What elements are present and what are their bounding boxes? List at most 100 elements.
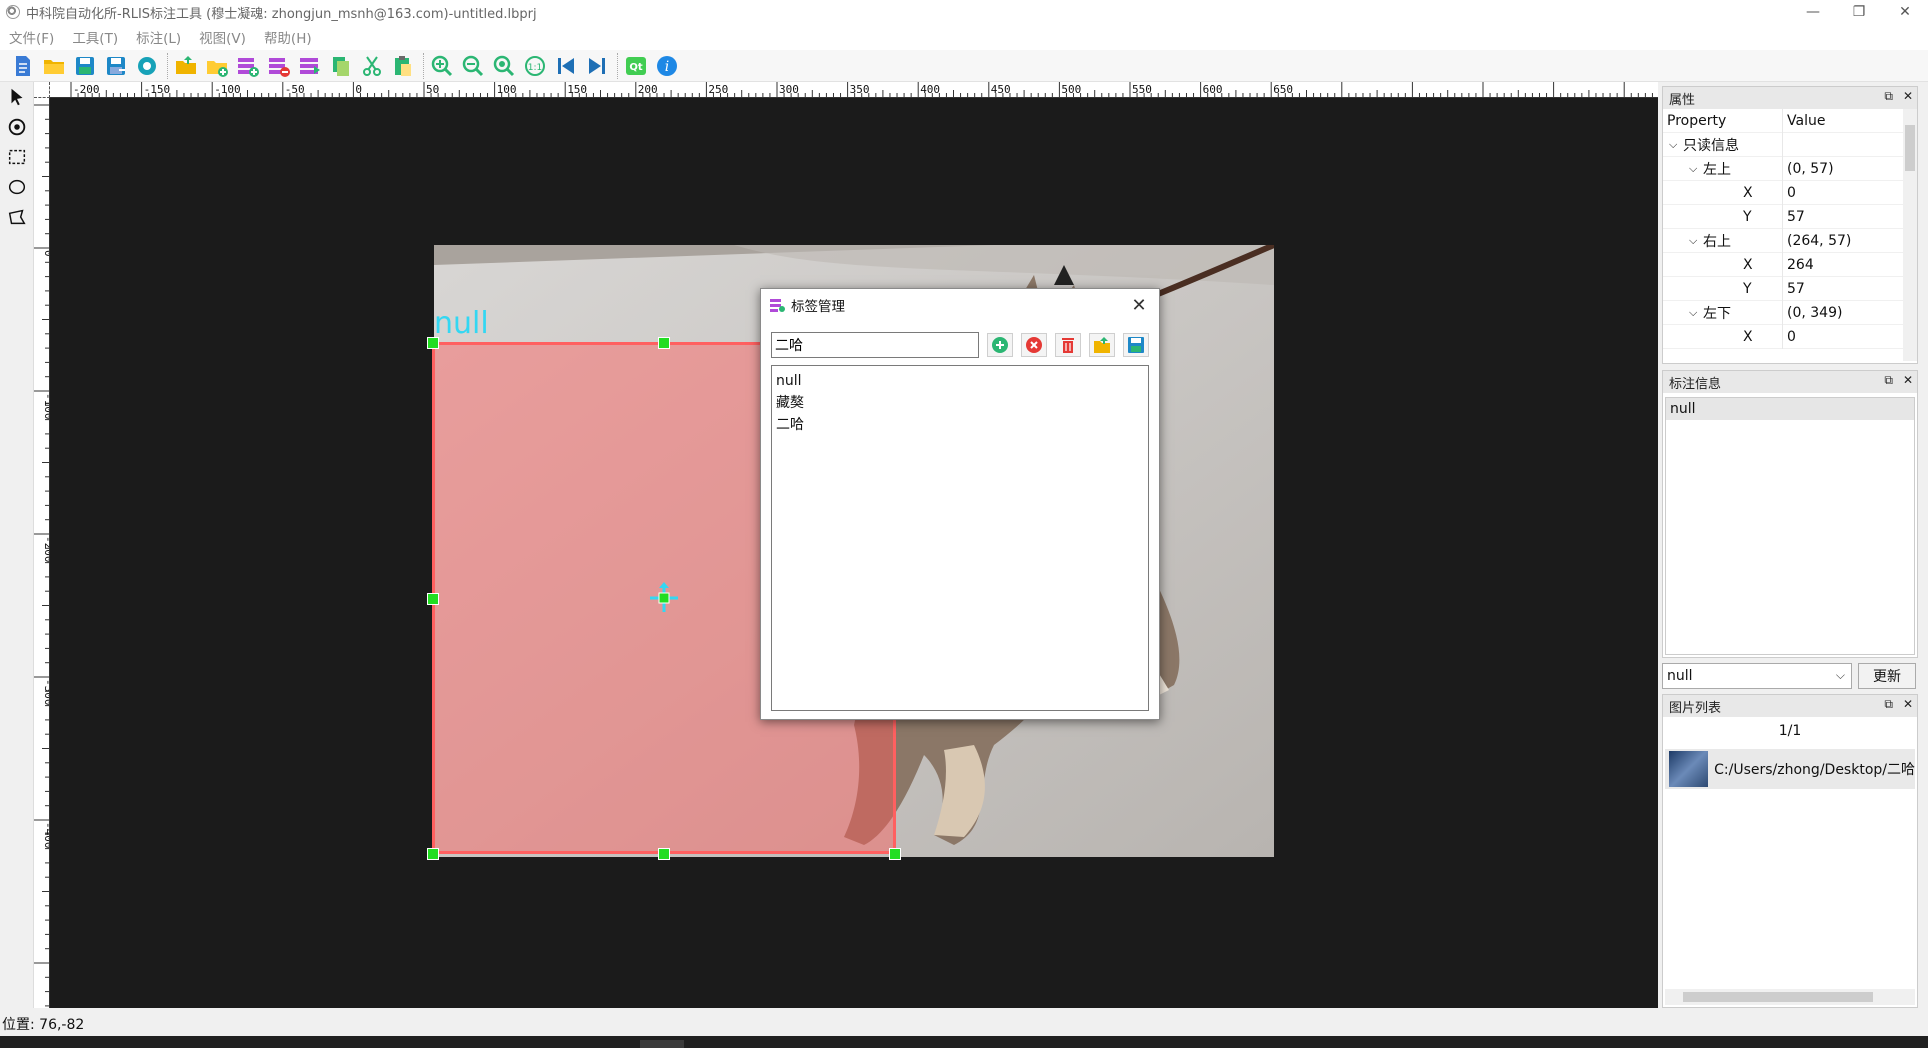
close-icon[interactable]: ✕ [1903,89,1913,104]
ruler-tick-label: -100 [214,83,241,96]
update-button[interactable]: 更新 [1858,663,1916,689]
properties-scrollbar[interactable] [1903,109,1917,361]
property-value[interactable]: 57 [1783,209,1903,225]
label-name-input[interactable] [771,332,979,358]
remove-label-button[interactable] [1021,333,1047,357]
dialog-close-icon[interactable]: ✕ [1127,293,1151,317]
next-image-icon[interactable] [584,53,610,79]
ruler-tick-label: -400 [42,822,50,849]
annotation-list[interactable]: null [1665,397,1915,655]
property-row[interactable]: Y 57 [1663,204,1903,229]
delete-all-button[interactable] [1055,333,1081,357]
property-name-cell: X [1663,324,1783,349]
resize-handle-top-left[interactable] [427,337,439,349]
property-value[interactable]: 264 [1783,257,1903,273]
resize-handle-left[interactable] [427,593,439,605]
resize-handle-bottom-right[interactable] [889,848,901,860]
property-row[interactable]: ⌵ 右上 (264, 57) [1663,228,1903,253]
save-labels-button[interactable] [1123,333,1149,357]
settings-icon[interactable] [134,53,160,79]
property-row[interactable]: ⌵ 左下 (0, 349) [1663,300,1903,325]
window-title: 中科院自动化所-RLIS标注工具 (穆士凝魂: zhongjun_msnh@16… [26,6,537,22]
expand-chevron-icon[interactable]: ⌵ [1689,306,1703,320]
label-list-item[interactable]: 藏獒 [776,392,1144,414]
property-value[interactable]: (264, 57) [1783,233,1903,249]
close-icon[interactable]: ✕ [1903,697,1913,712]
property-name-cell: ⌵ 只读信息 [1663,132,1783,157]
save-as-icon[interactable] [103,53,129,79]
resize-handle-top[interactable] [658,337,670,349]
ruler-tick-label: 400 [920,83,940,96]
add-label-icon[interactable] [235,53,261,79]
new-file-icon[interactable] [10,53,36,79]
resize-handle-bottom-left[interactable] [427,848,439,860]
property-row[interactable]: ⌵ 左上 (0, 57) [1663,156,1903,181]
property-value[interactable]: 57 [1783,281,1903,297]
minimize-button[interactable]: — [1790,0,1836,24]
property-row[interactable]: Y 57 [1663,276,1903,301]
property-column-header: Property [1663,109,1783,133]
float-icon[interactable]: ⧉ [1884,697,1893,712]
zoom-in-icon[interactable] [429,53,455,79]
add-label-button[interactable] [987,333,1013,357]
ruler-tick-label: 0 [355,83,362,96]
property-name: Y [1743,280,1752,297]
resize-handle-bottom[interactable] [658,848,670,860]
close-icon[interactable]: ✕ [1903,373,1913,388]
info-icon[interactable]: i [654,53,680,79]
prev-image-icon[interactable] [553,53,579,79]
import-labels-button[interactable] [1089,333,1115,357]
add-folder-icon[interactable] [204,53,230,79]
open-folder-icon[interactable] [41,53,67,79]
property-row[interactable]: X0 [1663,180,1903,205]
close-window-button[interactable]: ✕ [1882,0,1928,24]
label-list[interactable]: null 藏獒 二哈 [771,365,1149,711]
menu-view[interactable]: 视图(V) [190,27,255,47]
annotation-list-item[interactable]: null [1666,398,1914,420]
property-row[interactable]: X0 [1663,324,1903,349]
property-row[interactable]: X 264 [1663,252,1903,277]
expand-chevron-icon[interactable]: ⌵ [1689,162,1703,176]
select-arrow-icon[interactable] [0,82,34,112]
property-value[interactable]: (0, 349) [1783,305,1903,321]
paste-icon[interactable] [390,53,416,79]
copy-icon[interactable] [328,53,354,79]
menu-file[interactable]: 文件(F) [0,27,63,47]
rectangle-tool-icon[interactable] [0,142,34,172]
float-icon[interactable]: ⧉ [1884,373,1893,388]
ruler-tick-label: 250 [708,83,728,96]
rotate-view-icon[interactable] [0,112,34,142]
cut-icon[interactable] [359,53,385,79]
property-value[interactable]: 0 [1783,329,1903,345]
property-name-cell: ⌵ 左下 [1663,300,1783,325]
label-list-item[interactable]: null [776,370,1144,392]
image-list-item[interactable]: C:/Users/zhong/Desktop/二哈 [1665,749,1915,789]
polygon-tool-icon[interactable] [0,202,34,232]
save-icon[interactable] [72,53,98,79]
property-row[interactable]: ⌵ 只读信息 [1663,132,1903,157]
qt-about-icon[interactable]: Qt [623,53,649,79]
restore-button[interactable]: ❐ [1836,0,1882,24]
ellipse-tool-icon[interactable] [0,172,34,202]
label-list-item[interactable]: 二哈 [776,414,1144,436]
zoom-1to1-icon[interactable]: 1:1 [522,53,548,79]
image-list-scrollbar[interactable] [1665,989,1915,1005]
menu-annotate[interactable]: 标注(L) [127,27,190,47]
menu-help[interactable]: 帮助(H) [255,27,321,47]
property-value[interactable]: 0 [1783,185,1903,201]
open-image-folder-icon[interactable] [173,53,199,79]
property-table: Property Value ⌵ 只读信息 ⌵ 左上 (0, 57) X 0 Y 57 ⌵ 右上 (2… [1663,109,1903,361]
label-list-icon[interactable] [297,53,323,79]
menu-tools[interactable]: 工具(T) [63,27,127,47]
property-value[interactable]: (0, 57) [1783,161,1903,177]
ruler-tick-label: -200 [73,83,100,96]
expand-chevron-icon[interactable]: ⌵ [1669,138,1683,152]
move-handle-icon[interactable] [648,582,680,614]
cursor-position: 位置: 76,-82 [2,1017,85,1033]
label-select[interactable]: null ⌵ [1662,663,1852,689]
float-icon[interactable]: ⧉ [1884,89,1893,104]
expand-chevron-icon[interactable]: ⌵ [1689,234,1703,248]
remove-label-icon[interactable] [266,53,292,79]
zoom-fit-icon[interactable] [491,53,517,79]
zoom-out-icon[interactable] [460,53,486,79]
